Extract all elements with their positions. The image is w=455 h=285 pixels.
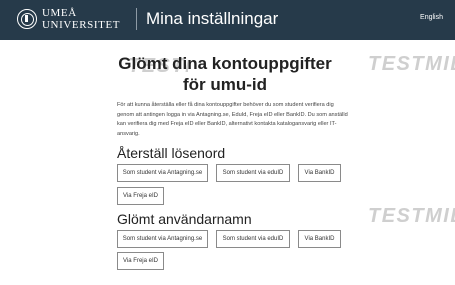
intro-text: För att kunna återställa eller få dina k… (117, 102, 348, 137)
watermark-right-bottom: TESTMILJÖ (368, 205, 455, 227)
logo-line-2: UNIVERSITET (42, 19, 121, 31)
username-bankid-button[interactable]: Via BankID (298, 230, 341, 248)
header-divider (136, 8, 137, 30)
app-title: Mina inställningar (146, 9, 279, 28)
reset-eduid-button[interactable]: Som student via eduID (216, 164, 290, 182)
watermark-right-top: TESTMILJÖ (368, 53, 455, 75)
page-title: Glömt dina kontouppgifter för umu-id (118, 54, 332, 94)
reset-antagning-button[interactable]: Som student via Antagning.se (117, 164, 208, 182)
username-eduid-button[interactable]: Som student via eduID (216, 230, 290, 248)
logo-line-1: UMEÅ (42, 7, 77, 19)
username-freja-button[interactable]: Via Freja eID (117, 252, 164, 270)
top-header: UMEÅ UNIVERSITET Mina inställningar Engl… (0, 0, 455, 40)
reset-password-heading: Återställ lösenord (117, 145, 226, 161)
username-antagning-button[interactable]: Som student via Antagning.se (117, 230, 208, 248)
language-link[interactable]: English (420, 14, 443, 21)
university-seal-icon[interactable] (17, 9, 37, 29)
forgot-username-heading: Glömt användarnamn (117, 211, 252, 227)
reset-freja-button[interactable]: Via Freja eID (117, 187, 164, 205)
university-logo[interactable]: UMEÅ UNIVERSITET (42, 7, 120, 31)
reset-bankid-button[interactable]: Via BankID (298, 164, 341, 182)
